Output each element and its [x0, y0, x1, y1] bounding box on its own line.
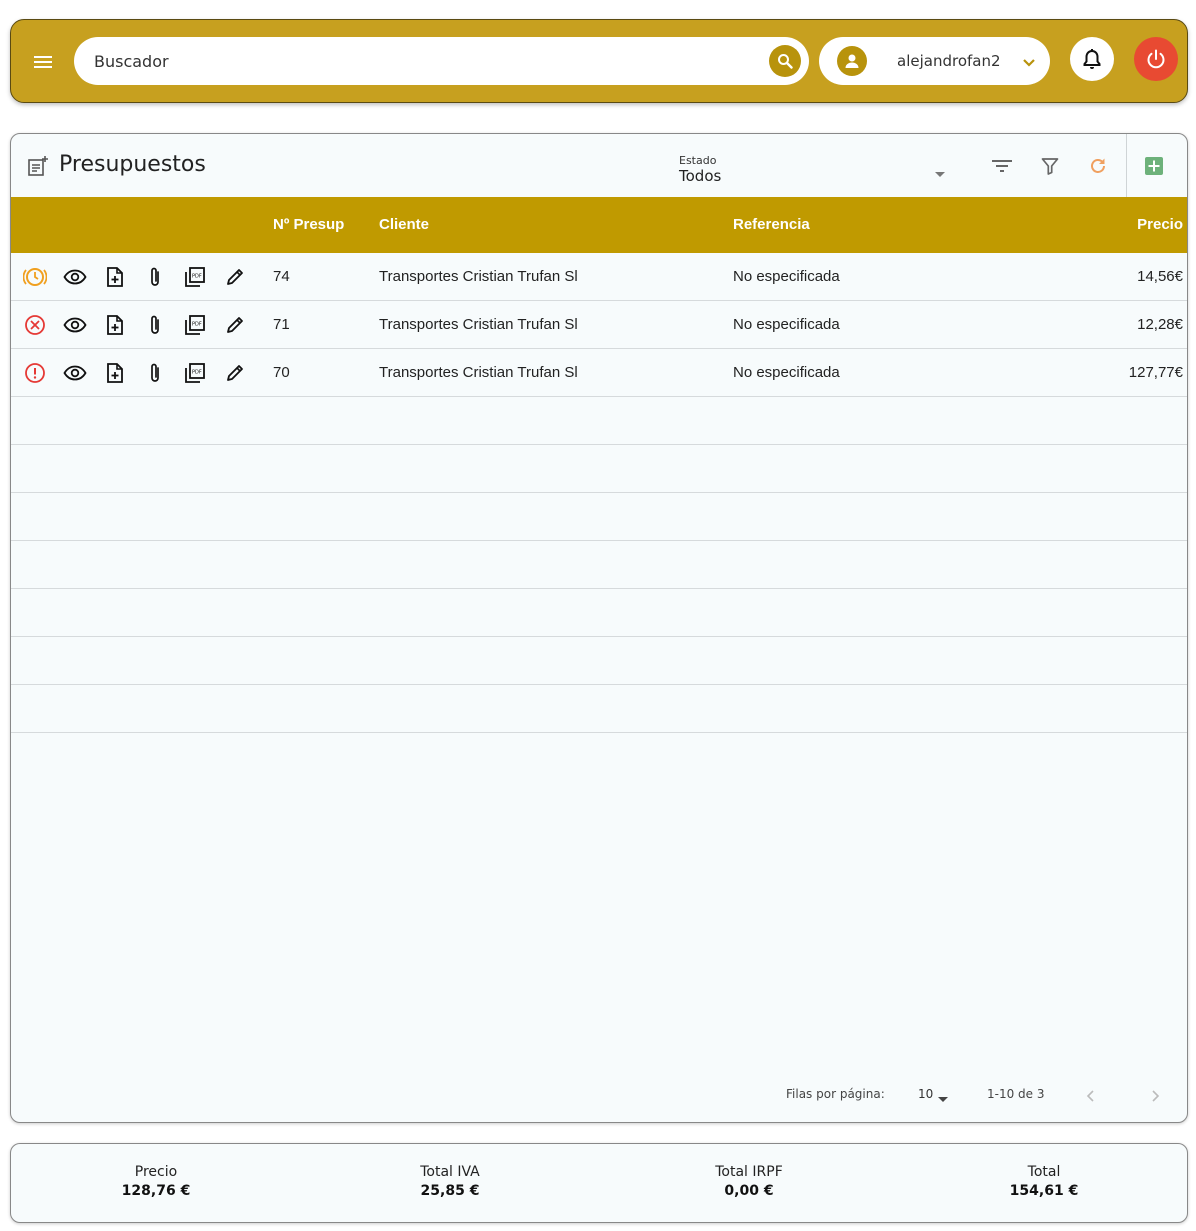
empty-row	[11, 637, 1187, 685]
row-price: 12,28€	[1137, 316, 1183, 333]
chevron-down-icon	[1022, 53, 1036, 72]
totals-bar: Precio 128,76 € Total IVA 25,85 € Total …	[10, 1143, 1188, 1223]
card-header: Presupuestos Estado Todos	[11, 134, 1187, 198]
notifications-button[interactable]	[1070, 37, 1114, 81]
estado-label: Estado	[679, 154, 717, 167]
svg-text:PDF: PDF	[192, 370, 202, 376]
pdf-icon[interactable]: PDF	[183, 361, 207, 385]
attachment-icon[interactable]	[143, 265, 167, 289]
clock-icon[interactable]	[23, 265, 47, 289]
page-title: Presupuestos	[59, 152, 206, 177]
row-client: Transportes Cristian Trufan Sl	[379, 316, 578, 333]
empty-row	[11, 541, 1187, 589]
column-header-referencia[interactable]: Referencia	[733, 216, 810, 233]
estado-select[interactable]: Estado Todos	[679, 153, 949, 185]
row-client: Transportes Cristian Trufan Sl	[379, 268, 578, 285]
alert-icon[interactable]	[23, 361, 47, 385]
total-precio: Precio 128,76 €	[56, 1164, 256, 1199]
empty-row	[11, 445, 1187, 493]
filter-icon[interactable]	[1038, 154, 1062, 178]
chevron-right-icon	[1152, 1090, 1160, 1102]
empty-row	[11, 397, 1187, 445]
sort-icon[interactable]	[990, 154, 1014, 178]
empty-row	[11, 589, 1187, 637]
row-number: 71	[273, 316, 290, 333]
presupuestos-card: Presupuestos Estado Todos Nº Presup Clie…	[10, 133, 1188, 1123]
search-bar	[74, 37, 809, 85]
total-iva: Total IVA 25,85 €	[350, 1164, 550, 1199]
header-divider	[1126, 134, 1127, 198]
pdf-icon[interactable]: PDF	[183, 313, 207, 337]
total-label: Total IVA	[420, 1164, 480, 1180]
row-reference: No especificada	[733, 364, 840, 381]
add-presupuesto-button[interactable]	[1142, 154, 1166, 178]
username-label: alejandrofan2	[897, 52, 1001, 70]
refresh-icon[interactable]	[1086, 154, 1110, 178]
attachment-icon[interactable]	[143, 313, 167, 337]
estado-value: Todos	[679, 167, 722, 185]
next-page-button[interactable]	[1143, 1084, 1167, 1108]
column-header-precio[interactable]: Precio	[1137, 216, 1183, 233]
avatar-icon	[837, 46, 867, 76]
total-irpf: Total IRPF 0,00 €	[649, 1164, 849, 1199]
total-value: 128,76 €	[121, 1183, 191, 1199]
chevron-left-icon	[1086, 1090, 1094, 1102]
table-header: Nº Presup Cliente Referencia Precio	[11, 197, 1187, 253]
pagination-range: 1-10 de 3	[987, 1087, 1045, 1101]
user-menu[interactable]: alejandrofan2	[819, 37, 1050, 85]
pdf-icon[interactable]: PDF	[183, 265, 207, 289]
table-row[interactable]: PDF 71 Transportes Cristian Trufan Sl No…	[11, 301, 1187, 349]
add-box-icon	[1145, 157, 1163, 175]
new-document-icon[interactable]	[103, 313, 127, 337]
total-label: Total	[1027, 1164, 1061, 1180]
view-icon[interactable]	[63, 265, 87, 289]
row-reference: No especificada	[733, 268, 840, 285]
empty-row	[11, 493, 1187, 541]
table-row[interactable]: PDF 74 Transportes Cristian Trufan Sl No…	[11, 253, 1187, 301]
total-label: Total IRPF	[715, 1164, 783, 1180]
row-number: 74	[273, 268, 290, 285]
rows-per-page-select[interactable]: 10	[918, 1084, 958, 1106]
edit-icon[interactable]	[223, 265, 247, 289]
total-value: 25,85 €	[420, 1183, 480, 1199]
dropdown-arrow-icon	[938, 1088, 948, 1107]
total-final: Total 154,61 €	[944, 1164, 1144, 1199]
new-document-icon[interactable]	[103, 361, 127, 385]
pagination: Filas por página: 10 1-10 de 3	[11, 1084, 1187, 1108]
dropdown-arrow-icon	[935, 163, 945, 182]
rows-per-page-label: Filas por página:	[786, 1087, 885, 1101]
total-value: 0,00 €	[724, 1183, 774, 1199]
row-price: 14,56€	[1137, 268, 1183, 285]
empty-row	[11, 685, 1187, 733]
table-row[interactable]: PDF 70 Transportes Cristian Trufan Sl No…	[11, 349, 1187, 397]
view-icon[interactable]	[63, 361, 87, 385]
search-input[interactable]	[94, 37, 754, 85]
view-icon[interactable]	[63, 313, 87, 337]
prev-page-button[interactable]	[1079, 1084, 1103, 1108]
post-add-icon	[27, 155, 49, 181]
logout-button[interactable]	[1134, 37, 1178, 81]
edit-icon[interactable]	[223, 313, 247, 337]
svg-text:PDF: PDF	[192, 322, 202, 328]
total-value: 154,61 €	[1009, 1183, 1079, 1199]
attachment-icon[interactable]	[143, 361, 167, 385]
top-bar: alejandrofan2	[10, 19, 1188, 103]
row-reference: No especificada	[733, 316, 840, 333]
row-price: 127,77€	[1128, 364, 1183, 381]
rows-per-page-value: 10	[918, 1087, 934, 1101]
cancel-icon[interactable]	[23, 313, 47, 337]
power-icon	[1147, 49, 1165, 69]
menu-icon[interactable]	[29, 48, 57, 76]
column-header-cliente[interactable]: Cliente	[379, 216, 429, 233]
total-label: Precio	[134, 1164, 178, 1180]
column-header-numero[interactable]: Nº Presup	[273, 216, 344, 233]
search-icon[interactable]	[769, 45, 801, 77]
svg-text:PDF: PDF	[192, 274, 202, 280]
edit-icon[interactable]	[223, 361, 247, 385]
row-client: Transportes Cristian Trufan Sl	[379, 364, 578, 381]
bell-icon	[1083, 49, 1101, 69]
row-number: 70	[273, 364, 290, 381]
new-document-icon[interactable]	[103, 265, 127, 289]
